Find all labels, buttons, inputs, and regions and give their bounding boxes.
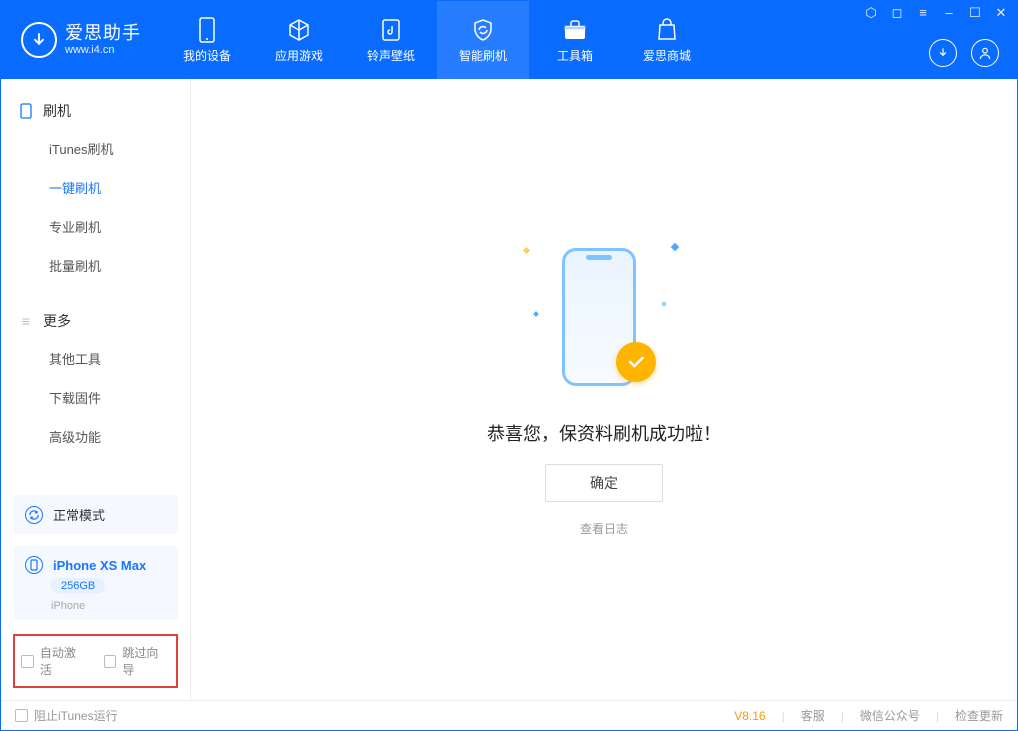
nav-toolbox[interactable]: 工具箱 [529, 1, 621, 79]
sidebar-item-itunes-flash[interactable]: iTunes刷机 [1, 129, 190, 168]
nav-label: 铃声壁纸 [367, 47, 415, 64]
sidebar-item-advanced[interactable]: 高级功能 [1, 417, 190, 456]
sidebar-item-batch-flash[interactable]: 批量刷机 [1, 246, 190, 285]
phone-small-icon [19, 104, 33, 118]
close-icon[interactable]: ✕ [993, 5, 1009, 21]
menu-icon[interactable]: ≡ [915, 5, 931, 21]
header: 爱思助手 www.i4.cn 我的设备 应用游戏 铃声壁纸 智能刷机 [1, 1, 1017, 79]
device-type: iPhone [51, 600, 85, 612]
skin-icon[interactable]: ⬡ [863, 5, 879, 21]
nav-store[interactable]: 爱思商城 [621, 1, 713, 79]
version-label: V8.16 [734, 709, 765, 723]
checkbox-icon [21, 655, 34, 668]
group-title: 更多 [43, 311, 71, 331]
app-name: 爱思助手 [65, 24, 141, 44]
main-content: 恭喜您，保资料刷机成功啦！ 确定 查看日志 [191, 79, 1017, 700]
mode-card[interactable]: 正常模式 [13, 495, 178, 534]
user-icon[interactable] [971, 39, 999, 67]
footer-link-service[interactable]: 客服 [801, 707, 825, 724]
refresh-shield-icon [470, 17, 496, 43]
success-illustration [524, 242, 684, 402]
sidebar-group-more: ≡ 更多 [1, 305, 190, 339]
logo-icon [21, 22, 57, 58]
maximize-icon[interactable]: ☐ [967, 5, 983, 21]
mode-icon [25, 506, 43, 524]
device-small-icon [25, 556, 43, 574]
nav-label: 我的设备 [183, 47, 231, 64]
view-log-link[interactable]: 查看日志 [580, 520, 628, 537]
logo[interactable]: 爱思助手 www.i4.cn [1, 1, 161, 79]
sparkle-icon [533, 311, 539, 317]
nav-my-device[interactable]: 我的设备 [161, 1, 253, 79]
checkbox-block-itunes[interactable]: 阻止iTunes运行 [15, 707, 118, 724]
sidebar-item-other-tools[interactable]: 其他工具 [1, 339, 190, 378]
cube-icon [286, 17, 312, 43]
sidebar-item-download-firmware[interactable]: 下载固件 [1, 378, 190, 417]
sidebar: 刷机 iTunes刷机 一键刷机 专业刷机 批量刷机 ≡ 更多 其他工具 下载固… [1, 79, 191, 700]
nav-label: 智能刷机 [459, 47, 507, 64]
checkbox-label: 跳过向导 [122, 644, 170, 678]
nav-label: 爱思商城 [643, 47, 691, 64]
checkbox-label: 自动激活 [40, 644, 88, 678]
nav-apps[interactable]: 应用游戏 [253, 1, 345, 79]
checkbox-skip-guide[interactable]: 跳过向导 [104, 644, 171, 678]
sidebar-item-pro-flash[interactable]: 专业刷机 [1, 207, 190, 246]
checkmark-badge-icon [616, 342, 656, 382]
bag-icon [654, 17, 680, 43]
sidebar-item-oneclick-flash[interactable]: 一键刷机 [1, 168, 190, 207]
sparkle-icon [671, 243, 679, 251]
toolbox-icon [562, 17, 588, 43]
checkbox-label: 阻止iTunes运行 [34, 707, 118, 724]
nav-label: 工具箱 [557, 47, 593, 64]
nav-tabs: 我的设备 应用游戏 铃声壁纸 智能刷机 工具箱 爱思商城 [161, 1, 713, 79]
group-title: 刷机 [43, 101, 71, 121]
minimize-icon[interactable]: – [941, 5, 957, 21]
device-name: iPhone XS Max [53, 558, 146, 573]
mode-label: 正常模式 [53, 505, 105, 524]
footer-right: V8.16 | 客服 | 微信公众号 | 检查更新 [734, 707, 1003, 724]
footer-link-update[interactable]: 检查更新 [955, 707, 1003, 724]
nav-flash[interactable]: 智能刷机 [437, 1, 529, 79]
body: 刷机 iTunes刷机 一键刷机 专业刷机 批量刷机 ≡ 更多 其他工具 下载固… [1, 79, 1017, 700]
download-icon[interactable] [929, 39, 957, 67]
confirm-button[interactable]: 确定 [545, 464, 663, 502]
list-icon: ≡ [19, 314, 33, 328]
header-actions [929, 39, 999, 67]
app-window: 爱思助手 www.i4.cn 我的设备 应用游戏 铃声壁纸 智能刷机 [0, 0, 1018, 731]
device-icon [194, 17, 220, 43]
checkbox-icon [15, 709, 28, 722]
device-card[interactable]: iPhone XS Max 256GB iPhone [13, 546, 178, 620]
highlighted-options: 自动激活 跳过向导 [13, 634, 178, 688]
sparkle-icon [661, 301, 667, 307]
music-file-icon [378, 17, 404, 43]
feedback-icon[interactable]: ◻ [889, 5, 905, 21]
checkbox-auto-activate[interactable]: 自动激活 [21, 644, 88, 678]
success-message: 恭喜您，保资料刷机成功啦！ [487, 420, 721, 446]
sidebar-group-flash: 刷机 [1, 95, 190, 129]
footer: 阻止iTunes运行 V8.16 | 客服 | 微信公众号 | 检查更新 [1, 700, 1017, 730]
checkbox-icon [104, 655, 117, 668]
sparkle-icon [523, 247, 530, 254]
window-controls: ⬡ ◻ ≡ – ☐ ✕ [863, 5, 1009, 21]
app-url: www.i4.cn [65, 44, 141, 56]
footer-link-wechat[interactable]: 微信公众号 [860, 707, 920, 724]
nav-ringtones[interactable]: 铃声壁纸 [345, 1, 437, 79]
device-storage: 256GB [51, 578, 105, 594]
nav-label: 应用游戏 [275, 47, 323, 64]
